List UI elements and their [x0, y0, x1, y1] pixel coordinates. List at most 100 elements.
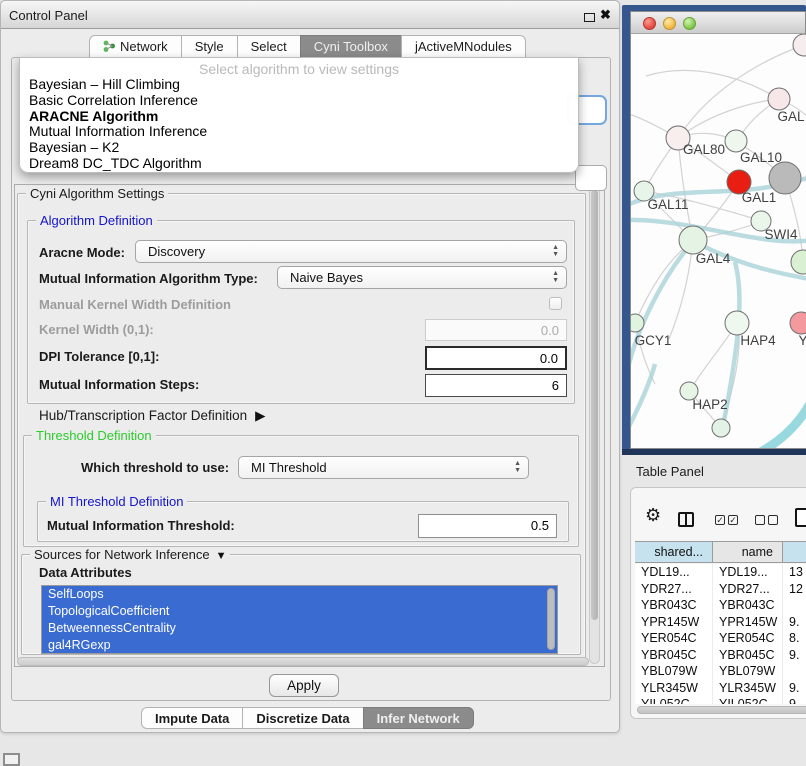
algorithm-option[interactable]: Bayesian – K2	[20, 140, 578, 156]
network-node[interactable]	[725, 311, 749, 335]
zoom-traffic-light[interactable]	[683, 17, 696, 30]
table-row[interactable]: YDL19...YDL19...13	[635, 564, 806, 581]
table-cell: YPR145W	[635, 614, 713, 631]
tab-network[interactable]: Network	[89, 35, 182, 58]
table-cell: 12	[783, 581, 806, 598]
which-threshold-label: Which threshold to use:	[81, 460, 229, 475]
top-tab-bar: Network Style Select Cyni Toolbox jActiv…	[89, 35, 526, 58]
mi-type-value: Naive Bayes	[290, 270, 363, 285]
stepper-arrows-icon: ▲▼	[552, 244, 559, 258]
column-layout-icon[interactable]	[678, 512, 694, 527]
network-node[interactable]	[725, 130, 747, 152]
control-panel-window: Control Panel ✖ Network Style Select Cyn…	[0, 0, 620, 733]
network-node[interactable]	[793, 34, 806, 56]
dpi-tolerance-field[interactable]: 0.0	[425, 346, 567, 370]
table-cell: YER054C	[635, 630, 713, 647]
sources-title[interactable]: Sources for Network Inference▼	[30, 547, 230, 562]
algorithm-option[interactable]: Bayesian – Hill Climbing	[20, 77, 578, 93]
minimized-panel-icon[interactable]	[3, 753, 20, 766]
kernel-width-label: Kernel Width (0,1):	[39, 322, 154, 337]
attributes-scrollbar[interactable]	[547, 588, 555, 650]
close-icon[interactable]: ✖	[600, 7, 611, 23]
table-cell: YPR145W	[713, 614, 783, 631]
network-node-label: GCY1	[635, 333, 672, 348]
aracne-mode-combobox[interactable]: Discovery ▲▼	[135, 240, 567, 263]
table-row[interactable]: YBR045CYBR045C9.	[635, 647, 806, 664]
table-cell: 9.	[783, 647, 806, 664]
table-body: YDL19...YDL19...13YDR27...YDR27...12YBR0…	[635, 564, 806, 704]
settings-vertical-scrollbar[interactable]	[589, 187, 600, 664]
tab-label: Cyni Toolbox	[314, 39, 388, 54]
column-header-extra[interactable]	[783, 542, 806, 562]
select-all-columns-icon[interactable]: ✓ ✓	[715, 515, 738, 525]
tab-jactivemnodules[interactable]: jActiveMNodules	[401, 35, 526, 58]
group-title: Algorithm Definition	[36, 213, 157, 228]
table-row[interactable]: YBR043CYBR043C	[635, 597, 806, 614]
close-traffic-light[interactable]	[643, 17, 656, 30]
attribute-item[interactable]: BetweennessCentrality	[42, 620, 557, 637]
tab-infer-network[interactable]: Infer Network	[363, 707, 474, 729]
tab-select[interactable]: Select	[237, 35, 301, 58]
which-threshold-value: MI Threshold	[251, 460, 327, 475]
table-cell: 9.	[783, 614, 806, 631]
attribute-item[interactable]: gal4RGexp	[42, 637, 557, 654]
network-node[interactable]	[768, 88, 790, 110]
network-node-label: GAL10	[740, 150, 782, 165]
settings-horizontal-scrollbar[interactable]	[17, 657, 589, 666]
mi-type-combobox[interactable]: Naive Bayes ▲▼	[277, 266, 567, 289]
stepper-arrows-icon: ▲▼	[514, 460, 521, 474]
export-table-icon[interactable]	[795, 508, 806, 527]
tab-discretize-data[interactable]: Discretize Data	[242, 707, 363, 729]
unchecked-box-icon	[755, 515, 765, 525]
manual-kernel-checkbox[interactable]	[549, 297, 562, 310]
network-node[interactable]	[791, 250, 806, 274]
algorithm-option[interactable]: ARACNE Algorithm	[20, 109, 578, 125]
network-frame-shadow	[622, 449, 806, 455]
tab-style[interactable]: Style	[181, 35, 238, 58]
table-horizontal-scrollbar[interactable]	[637, 706, 806, 714]
attribute-item[interactable]: TopologicalCoefficient	[42, 603, 557, 620]
algorithm-option[interactable]: Mutual Information Inference	[20, 124, 578, 140]
table-cell: YBR045C	[635, 647, 713, 664]
tab-impute-data[interactable]: Impute Data	[141, 707, 243, 729]
mi-threshold-field[interactable]: 0.5	[418, 514, 557, 538]
data-attributes-list[interactable]: SelfLoopsTopologicalCoefficientBetweenne…	[41, 585, 558, 654]
network-node[interactable]	[790, 312, 806, 334]
table-cell: YBR045C	[713, 647, 783, 664]
network-canvas[interactable]: GALGAL80GAL10GAL1GAL11SWI4GAL4GCY1HAP4YH…	[631, 34, 806, 448]
gear-icon[interactable]: ⚙	[645, 505, 661, 526]
table-row[interactable]: YPR145WYPR145W9.	[635, 614, 806, 631]
table-cell	[783, 597, 806, 614]
table-row[interactable]: YDR27...YDR27...12	[635, 581, 806, 598]
tab-cyni-toolbox[interactable]: Cyni Toolbox	[300, 35, 402, 58]
network-node[interactable]	[631, 314, 644, 332]
network-view-frame: GALGAL80GAL10GAL1GAL11SWI4GAL4GCY1HAP4YH…	[622, 5, 806, 455]
dropdown-placeholder: Select algorithm to view settings	[20, 58, 578, 77]
table-cell	[783, 663, 806, 680]
table-row[interactable]: YIL052CYIL052C9.	[635, 696, 806, 704]
network-node-label: GAL1	[742, 190, 777, 205]
which-threshold-combobox[interactable]: MI Threshold ▲▼	[238, 456, 529, 479]
table-row[interactable]: YLR345WYLR345W9.	[635, 680, 806, 697]
float-panel-icon[interactable]	[584, 13, 595, 22]
algorithm-option[interactable]: Dream8 DC_TDC Algorithm	[20, 156, 578, 172]
aracne-mode-label: Aracne Mode:	[39, 245, 125, 260]
column-header-name[interactable]: name	[713, 542, 783, 562]
minimize-traffic-light[interactable]	[663, 17, 676, 30]
table-cell: YBL079W	[635, 663, 713, 680]
table-row[interactable]: YER054CYER054C8.	[635, 630, 806, 647]
tab-label: Select	[251, 39, 287, 54]
column-header-shared-name[interactable]: shared...	[635, 542, 713, 562]
apply-button[interactable]: Apply	[269, 674, 339, 697]
deselect-all-columns-icon[interactable]	[755, 515, 778, 525]
hub-definition-expander[interactable]: Hub/Transcription Factor Definition▶	[39, 408, 265, 424]
algorithm-option[interactable]: Basic Correlation Inference	[20, 93, 578, 109]
network-node[interactable]	[712, 419, 730, 437]
table-row[interactable]: YBL079WYBL079W	[635, 663, 806, 680]
algorithm-dropdown-popup: Select algorithm to view settings Bayesi…	[19, 57, 579, 173]
scrollbar-thumb[interactable]	[591, 190, 598, 620]
network-node[interactable]	[679, 226, 707, 254]
mi-steps-field[interactable]: 6	[425, 374, 567, 397]
bottom-tab-bar: Impute Data Discretize Data Infer Networ…	[141, 707, 474, 729]
attribute-item[interactable]: SelfLoops	[42, 586, 557, 603]
